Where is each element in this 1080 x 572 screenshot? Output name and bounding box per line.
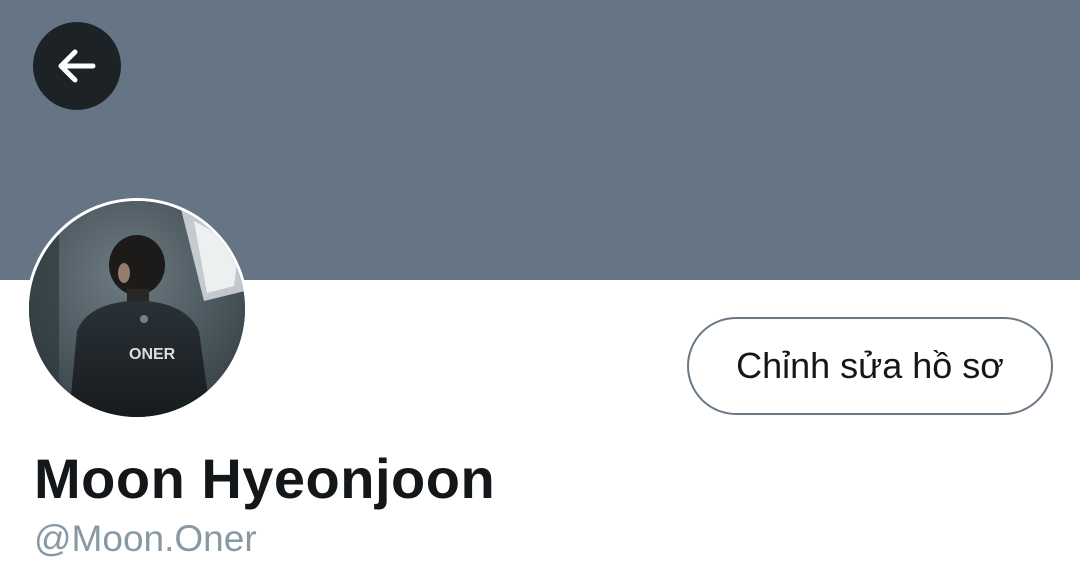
edit-profile-button[interactable]: Chỉnh sửa hồ sơ bbox=[687, 317, 1053, 415]
avatar-jersey-text: ONER bbox=[129, 346, 176, 363]
arrow-left-icon bbox=[53, 42, 101, 90]
back-button[interactable] bbox=[33, 22, 121, 110]
user-handle: @Moon.Oner bbox=[34, 518, 257, 559]
avatar[interactable]: ONER bbox=[26, 198, 248, 420]
display-name: Moon Hyeonjoon bbox=[34, 447, 496, 510]
profile-screen: ONER Chỉnh sửa hồ sơ Moon Hyeonjoon @Moo… bbox=[0, 0, 1080, 572]
